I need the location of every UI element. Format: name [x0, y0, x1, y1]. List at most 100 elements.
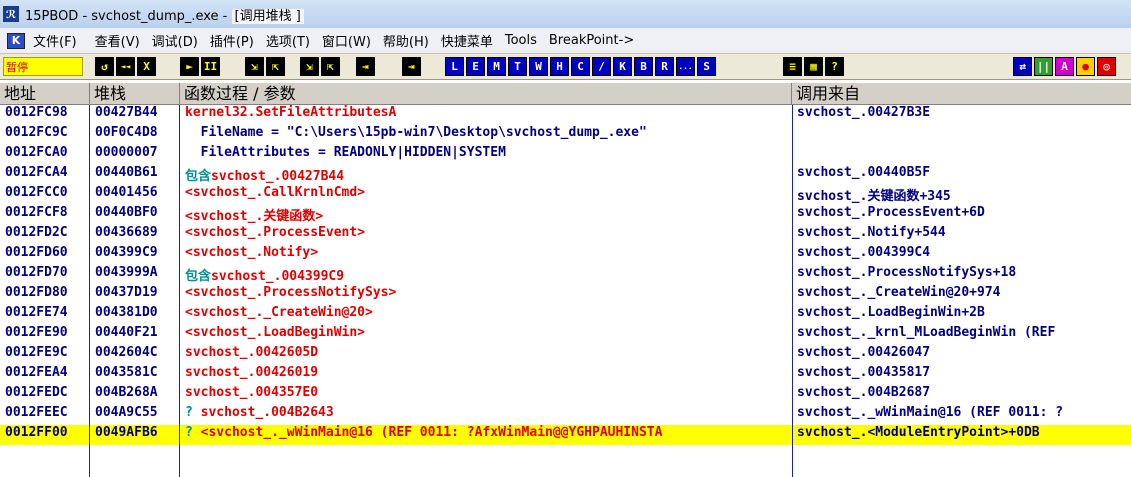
window-title: 15PBOD - svchost_dump_.exe - [调用堆栈 ] — [25, 5, 304, 24]
address-cell: 0012FE90 — [5, 325, 68, 340]
restart-icon[interactable]: ↺ — [95, 57, 114, 76]
close-icon[interactable]: X — [137, 57, 156, 76]
table-row[interactable]: 0012FEA4 0043581C svchost_.00426019 svchost… — [0, 365, 1131, 385]
executable-modules-button[interactable]: E — [466, 57, 485, 76]
list-icon[interactable]: ≡ — [783, 57, 802, 76]
stack-cell: 004A9C55 — [95, 405, 158, 420]
table-row[interactable]: 0012FCF8 00440BF0 <svchost_.关键函数> svchost_.… — [0, 205, 1131, 225]
table-row[interactable]: 0012FD2C 00436689 <svchost_.ProcessEvent> s… — [0, 225, 1131, 245]
address-cell: 0012FCA0 — [5, 145, 68, 160]
procedure-prefix: 包含 — [185, 169, 212, 184]
step-over-icon[interactable]: ⇱ — [266, 57, 285, 76]
windows-button[interactable]: W — [529, 57, 548, 76]
table-row[interactable]: 0012FCA4 00440B61 包含svchost_.00427B44 svcho… — [0, 165, 1131, 185]
menu-window[interactable]: 窗口(W) — [322, 31, 371, 50]
procedure-cell: svchost_.00426019 — [180, 365, 792, 385]
stack-cell: 00F0C4D8 — [95, 125, 158, 140]
swap-icon[interactable]: ⇄ — [1013, 57, 1032, 76]
stack-cell: 00000007 — [95, 145, 158, 160]
address-cell: 0012FEEC — [5, 405, 68, 420]
table-row[interactable]: 0012FC98 00427B44 kernel32.SetFileAttribut… — [0, 105, 1131, 125]
target-icon[interactable]: ◎ — [1097, 57, 1116, 76]
menu-tools[interactable]: Tools — [505, 33, 537, 48]
table-row[interactable]: 0012FD70 0043999A 包含svchost_.004399C9 svcho… — [0, 265, 1131, 285]
column-header-address[interactable]: 地址 — [0, 83, 90, 105]
procedure-text: <svchost_.关键函数> — [185, 209, 324, 224]
table-row[interactable]: 0012FEDC 004B268A svchost_.004357E0 svchost… — [0, 385, 1131, 405]
address-cell: 0012FE74 — [5, 305, 68, 320]
menu-options[interactable]: 选项(T) — [266, 31, 310, 50]
procedure-text: <svchost_.Notify> — [185, 245, 319, 260]
log-window-button[interactable]: L — [445, 57, 464, 76]
menu-file[interactable]: 文件(F) — [33, 31, 77, 50]
table-row[interactable]: 0012FE90 00440F21 <svchost_.LoadBeginWin> s… — [0, 325, 1131, 345]
table-row[interactable]: 0012FEEC 004A9C55? svchost_.004B2643 svcho… — [0, 405, 1131, 425]
procedure-prefix: ? — [185, 425, 201, 440]
procedure-text: svchost_.004357E0 — [185, 385, 319, 400]
table-row[interactable]: 0012FCA0 00000007 FileAttributes = READON… — [0, 145, 1131, 165]
stack-cell: 0042604C — [95, 345, 158, 360]
plugin-icon[interactable]: || — [1034, 57, 1053, 76]
address-cell: 0012FEA4 — [5, 365, 68, 380]
called-from-cell: svchost_.00427B3E — [797, 105, 931, 120]
table-row[interactable]: 0012FE74 004381D0 <svchost_._CreateWin@20>… — [0, 305, 1131, 325]
called-from-cell — [792, 145, 1131, 165]
procedure-prefix: ? — [185, 405, 201, 420]
table-row[interactable]: 0012FCC0 00401456 <svchost_.CallKrnlnCmd> s… — [0, 185, 1131, 205]
address-cell: 0012FE9C — [5, 345, 68, 360]
table-row[interactable]: 0012FE9C 0042604C svchost_.0042605D svchost… — [0, 345, 1131, 365]
trace-into-icon[interactable]: ⇲ — [300, 57, 319, 76]
k-icon[interactable]: K — [7, 32, 25, 49]
procedure-text: kernel32.SetFileAttributesA — [185, 105, 397, 120]
column-header-procedure[interactable]: 函数过程 / 参数 — [180, 83, 792, 105]
a-icon[interactable]: A — [1055, 57, 1074, 76]
address-cell: 0012FD80 — [5, 285, 68, 300]
goto-icon[interactable]: ⇥ — [402, 57, 421, 76]
close-rewind-icon[interactable]: ◄◄ — [116, 57, 135, 76]
breakpoints-button[interactable]: B — [634, 57, 653, 76]
procedure-text: <svchost_.ProcessEvent> — [185, 225, 366, 240]
menu-plugins[interactable]: 插件(P) — [210, 31, 254, 50]
pause-icon[interactable]: II — [201, 57, 220, 76]
execute-till-return-icon[interactable]: ⇥ — [356, 57, 375, 76]
table-row[interactable]: 0012FD80 00437D19 <svchost_.ProcessNotifyS… — [0, 285, 1131, 305]
stack-cell: 004B268A — [95, 385, 158, 400]
procedure-text: svchost_.0042605D — [185, 345, 319, 360]
run-icon[interactable]: ► — [180, 57, 199, 76]
procedure-text: <svchost_.CallKrnlnCmd> — [185, 185, 366, 200]
called-from-cell: svchost_.LoadBeginWin+2B — [797, 305, 985, 320]
trace-over-icon[interactable]: ⇱ — [321, 57, 340, 76]
run-trace-button[interactable]: ... — [676, 57, 695, 76]
menu-view[interactable]: 查看(V) — [95, 31, 140, 50]
procedure-cell: FileName = "C:\Users\15pb-win7\Desktop\s… — [180, 125, 792, 145]
table-row[interactable]: 0012FD60 004399C9 <svchost_.Notify> svchost… — [0, 245, 1131, 265]
stack-cell: 0043581C — [95, 365, 158, 380]
menu-help[interactable]: 帮助(H) — [383, 31, 429, 50]
menu-shortcut[interactable]: 快捷菜单 — [441, 31, 493, 50]
stack-cell: 00440BF0 — [95, 205, 158, 220]
table-row[interactable]: 0012FC9C 00F0C4D8 FileName = "C:\Users\15… — [0, 125, 1131, 145]
procedure-cell: FileAttributes = READONLY|HIDDEN|SYSTEM — [180, 145, 792, 165]
grid-icon[interactable]: ▦ — [804, 57, 823, 76]
source-button[interactable]: S — [697, 57, 716, 76]
help-icon[interactable]: ? — [825, 57, 844, 76]
references-button[interactable]: R — [655, 57, 674, 76]
memory-map-button[interactable]: M — [487, 57, 506, 76]
stack-cell: 00440B61 — [95, 165, 158, 180]
threads-button[interactable]: T — [508, 57, 527, 76]
called-from-cell: svchost_.00426047 — [797, 345, 931, 360]
step-into-icon[interactable]: ⇲ — [245, 57, 264, 76]
handles-button[interactable]: H — [550, 57, 569, 76]
record-icon[interactable]: ● — [1076, 57, 1095, 76]
column-header-stack[interactable]: 堆栈 — [90, 83, 180, 105]
patches-button[interactable]: / — [592, 57, 611, 76]
toolbar: 暂停 ↺ ◄◄ X ► II ⇲ ⇱ ⇲ ⇱ ⇥ ⇥ L E M T W H C… — [0, 53, 1131, 80]
menu-debug[interactable]: 调试(D) — [152, 31, 198, 50]
menu-breakpoint[interactable]: BreakPoint-> — [549, 33, 634, 48]
procedure-cell: svchost_.0042605D — [180, 345, 792, 365]
cpu-button[interactable]: C — [571, 57, 590, 76]
column-header-called-from[interactable]: 调用来自 — [792, 83, 1131, 105]
ollydbg-icon: ℛ — [3, 6, 19, 22]
table-row[interactable]: 0012FF00 0049AFB6? <svchost_._wWinMain@16… — [0, 425, 1131, 445]
call-stack-button[interactable]: K — [613, 57, 632, 76]
